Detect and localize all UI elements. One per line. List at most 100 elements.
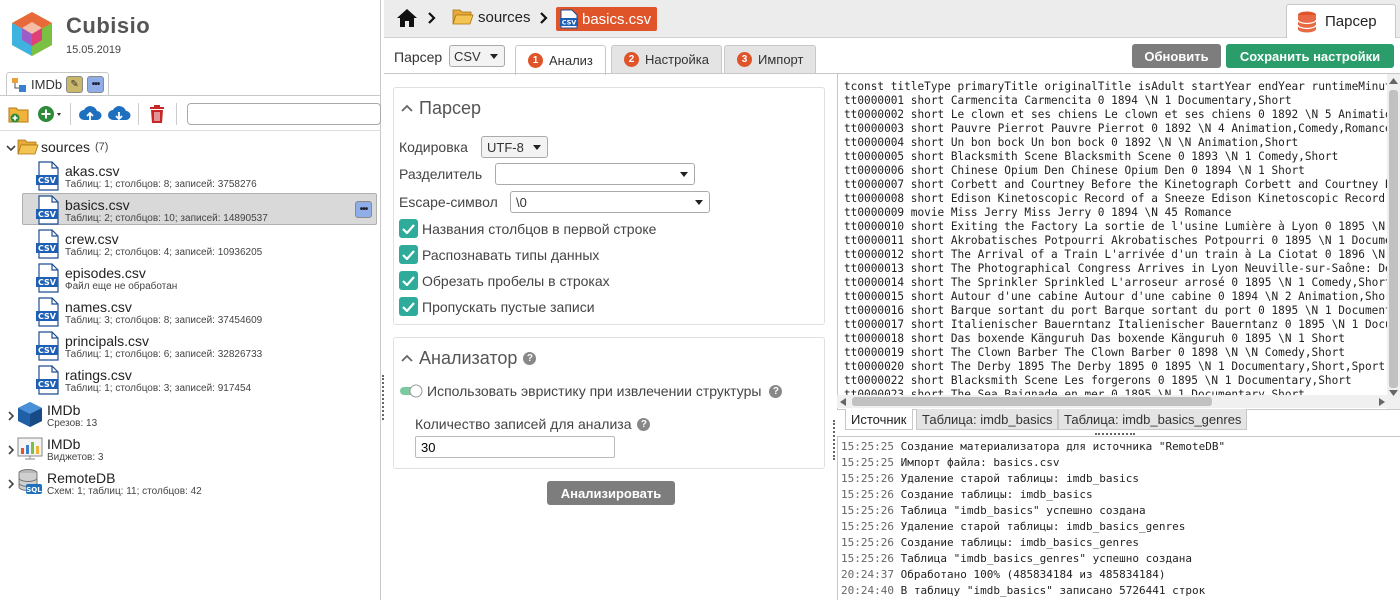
csv-file-icon: CSV: [36, 297, 59, 327]
sources-label: sources: [41, 139, 91, 155]
log-panel: 15:25:25 Создание материализатора для ис…: [837, 436, 1400, 600]
file-info: Таблиц: 2; столбцов: 10; записей: 148905…: [65, 213, 268, 224]
source-preview: tconst titleType primaryTitle originalTi…: [837, 74, 1400, 410]
parser-panel-tab[interactable]: Парсер: [1286, 4, 1396, 38]
checkbox-trim[interactable]: Обрезать пробелы в строках: [399, 271, 610, 290]
splitter-grip[interactable]: [1095, 433, 1135, 435]
count-input[interactable]: [415, 436, 615, 458]
scroll-right-icon[interactable]: [1379, 398, 1385, 406]
source-line: tt0000006 short Chinese Opium Den Chines…: [844, 164, 1305, 177]
chevron-right-icon[interactable]: [5, 444, 17, 456]
log-message: Создание таблицы: imdb_basics_genres: [900, 536, 1140, 549]
checkbox-skip-empty[interactable]: Пропускать пустые записи: [399, 297, 595, 316]
analyze-button[interactable]: Анализировать: [547, 481, 675, 505]
file-info: Таблиц: 2; столбцов: 4; записей: 1093620…: [65, 247, 263, 258]
more-icon[interactable]: •••: [87, 76, 105, 93]
add-folder-button[interactable]: [6, 101, 31, 127]
cloud-upload-icon: [78, 106, 102, 120]
help-icon[interactable]: ?: [769, 384, 783, 398]
horizontal-scrollbar-thumb[interactable]: [852, 397, 1212, 406]
tab-import[interactable]: 3 Импорт: [724, 45, 817, 73]
heuristic-toggle-row[interactable]: Использовать эвристику при извлечении ст…: [399, 383, 783, 399]
file-info: Таблиц: 3; столбцов: 8; записей: 3745460…: [65, 315, 263, 326]
csv-file-icon: CSV: [36, 263, 59, 293]
refresh-button[interactable]: Обновить: [1132, 44, 1221, 68]
app-date: 15.05.2019: [66, 44, 122, 56]
delimiter-select[interactable]: [495, 163, 695, 185]
help-icon[interactable]: ?: [523, 352, 537, 365]
file-info: Таблиц: 1; столбцов: 3; записей: 917454: [65, 383, 252, 394]
tree-search-input[interactable]: [186, 103, 382, 125]
tab-settings[interactable]: 2 Настройка: [611, 45, 722, 73]
log-time: 15:25:26: [841, 536, 894, 549]
file-name: akas.csv: [65, 163, 120, 179]
file-name: basics.csv: [65, 197, 130, 213]
parser-select[interactable]: CSV: [449, 45, 505, 67]
download-button[interactable]: [107, 101, 132, 127]
vertical-scrollbar-thumb[interactable]: [1389, 90, 1398, 388]
workspace-tab[interactable]: IMDb ✎ •••: [6, 72, 110, 96]
delete-button[interactable]: [145, 101, 170, 127]
trash-icon: [150, 105, 165, 123]
log-entry: 15:25:25 Создание материализатора для ис…: [841, 440, 1225, 453]
log-message: В таблицу "imdb_basics" записано 5726441…: [900, 584, 1206, 597]
cube-icon: [18, 402, 42, 427]
home-icon[interactable]: [396, 8, 418, 28]
splitter-grip[interactable]: [833, 420, 835, 460]
tab-source[interactable]: Источник: [845, 409, 913, 430]
checkbox-checked-icon[interactable]: [399, 245, 418, 264]
upload-button[interactable]: [77, 101, 102, 127]
tab-table-imdb-basics[interactable]: Таблица: imdb_basics: [916, 409, 1059, 430]
checkbox-checked-icon[interactable]: [399, 297, 418, 316]
analyzer-panel-title[interactable]: Анализатор ?: [401, 348, 537, 369]
folder-open-icon: [17, 139, 39, 155]
tab-analysis[interactable]: 1 Анализ: [515, 45, 606, 75]
source-line: tt0000001 short Carmencita Carmencita 0 …: [844, 94, 1292, 107]
csv-file-icon: CSV: [36, 229, 59, 259]
imdb-cube-info: Срезов: 13: [47, 418, 98, 429]
pencil-icon[interactable]: ✎: [66, 76, 84, 93]
encoding-select[interactable]: UTF-8: [481, 136, 548, 158]
source-line: tt0000014 short The Sprinkler Sprinkled …: [844, 276, 1392, 289]
escape-label: Escape-символ: [399, 194, 498, 210]
tab-table-imdb-basics-genres[interactable]: Таблица: imdb_basics_genres: [1058, 409, 1248, 430]
save-settings-button[interactable]: Сохранить настройки: [1226, 44, 1394, 68]
csv-file-icon: CSV: [36, 195, 59, 225]
scroll-down-icon[interactable]: [1389, 390, 1398, 396]
file-info: Таблиц: 1; столбцов: 8; записей: 3758276: [65, 179, 257, 190]
parser-panel-title[interactable]: Парсер: [401, 98, 481, 119]
folder-open-icon: [452, 9, 474, 25]
checkbox-checked-icon[interactable]: [399, 271, 418, 290]
log-message: Создание материализатора для источника "…: [900, 440, 1226, 453]
svg-text:CSV: CSV: [38, 380, 57, 389]
app-name: Cubisio: [66, 13, 151, 38]
toggle-switch[interactable]: [399, 384, 423, 398]
chevron-down-icon[interactable]: [5, 142, 17, 154]
file-info: Таблиц: 1; столбцов: 6; записей: 3282673…: [65, 349, 263, 360]
scroll-up-icon[interactable]: [1389, 78, 1398, 84]
file-name: ratings.csv: [65, 367, 132, 383]
checkbox-header-row[interactable]: Названия столбцов в первой строке: [399, 219, 656, 238]
chevron-up-icon: [401, 354, 413, 362]
source-line: tt0000005 short Blacksmith Scene Blacksm…: [844, 150, 1339, 163]
source-line: tt0000020 short The Derby 1895 The Derby…: [844, 360, 1385, 373]
checkbox-checked-icon[interactable]: [399, 219, 418, 238]
escape-select[interactable]: \0: [510, 191, 710, 213]
source-line: tt0000019 short The Clown Barber The Clo…: [844, 346, 1345, 359]
tab-label: Импорт: [758, 52, 804, 67]
log-message: Удаление старой таблицы: imdb_basics: [900, 472, 1140, 485]
source-line: tt0000022 short Blacksmith Scene Les for…: [844, 374, 1352, 387]
log-time: 15:25:26: [841, 488, 894, 501]
checkbox-detect-types[interactable]: Распознавать типы данных: [399, 245, 599, 264]
scroll-left-icon[interactable]: [840, 398, 846, 406]
add-button[interactable]: [35, 101, 64, 127]
breadcrumb-file[interactable]: CSV basics.csv: [556, 7, 658, 31]
breadcrumb-arrow-icon: [428, 12, 436, 24]
source-line: tconst titleType primaryTitle originalTi…: [844, 80, 1400, 93]
help-icon[interactable]: ?: [637, 417, 651, 431]
chevron-right-icon[interactable]: [5, 478, 17, 490]
file-more-icon[interactable]: •••: [355, 201, 372, 218]
svg-text:CSV: CSV: [38, 278, 57, 287]
parser-panel-title-text: Парсер: [419, 98, 481, 118]
breadcrumb-sources[interactable]: sources: [452, 8, 531, 26]
